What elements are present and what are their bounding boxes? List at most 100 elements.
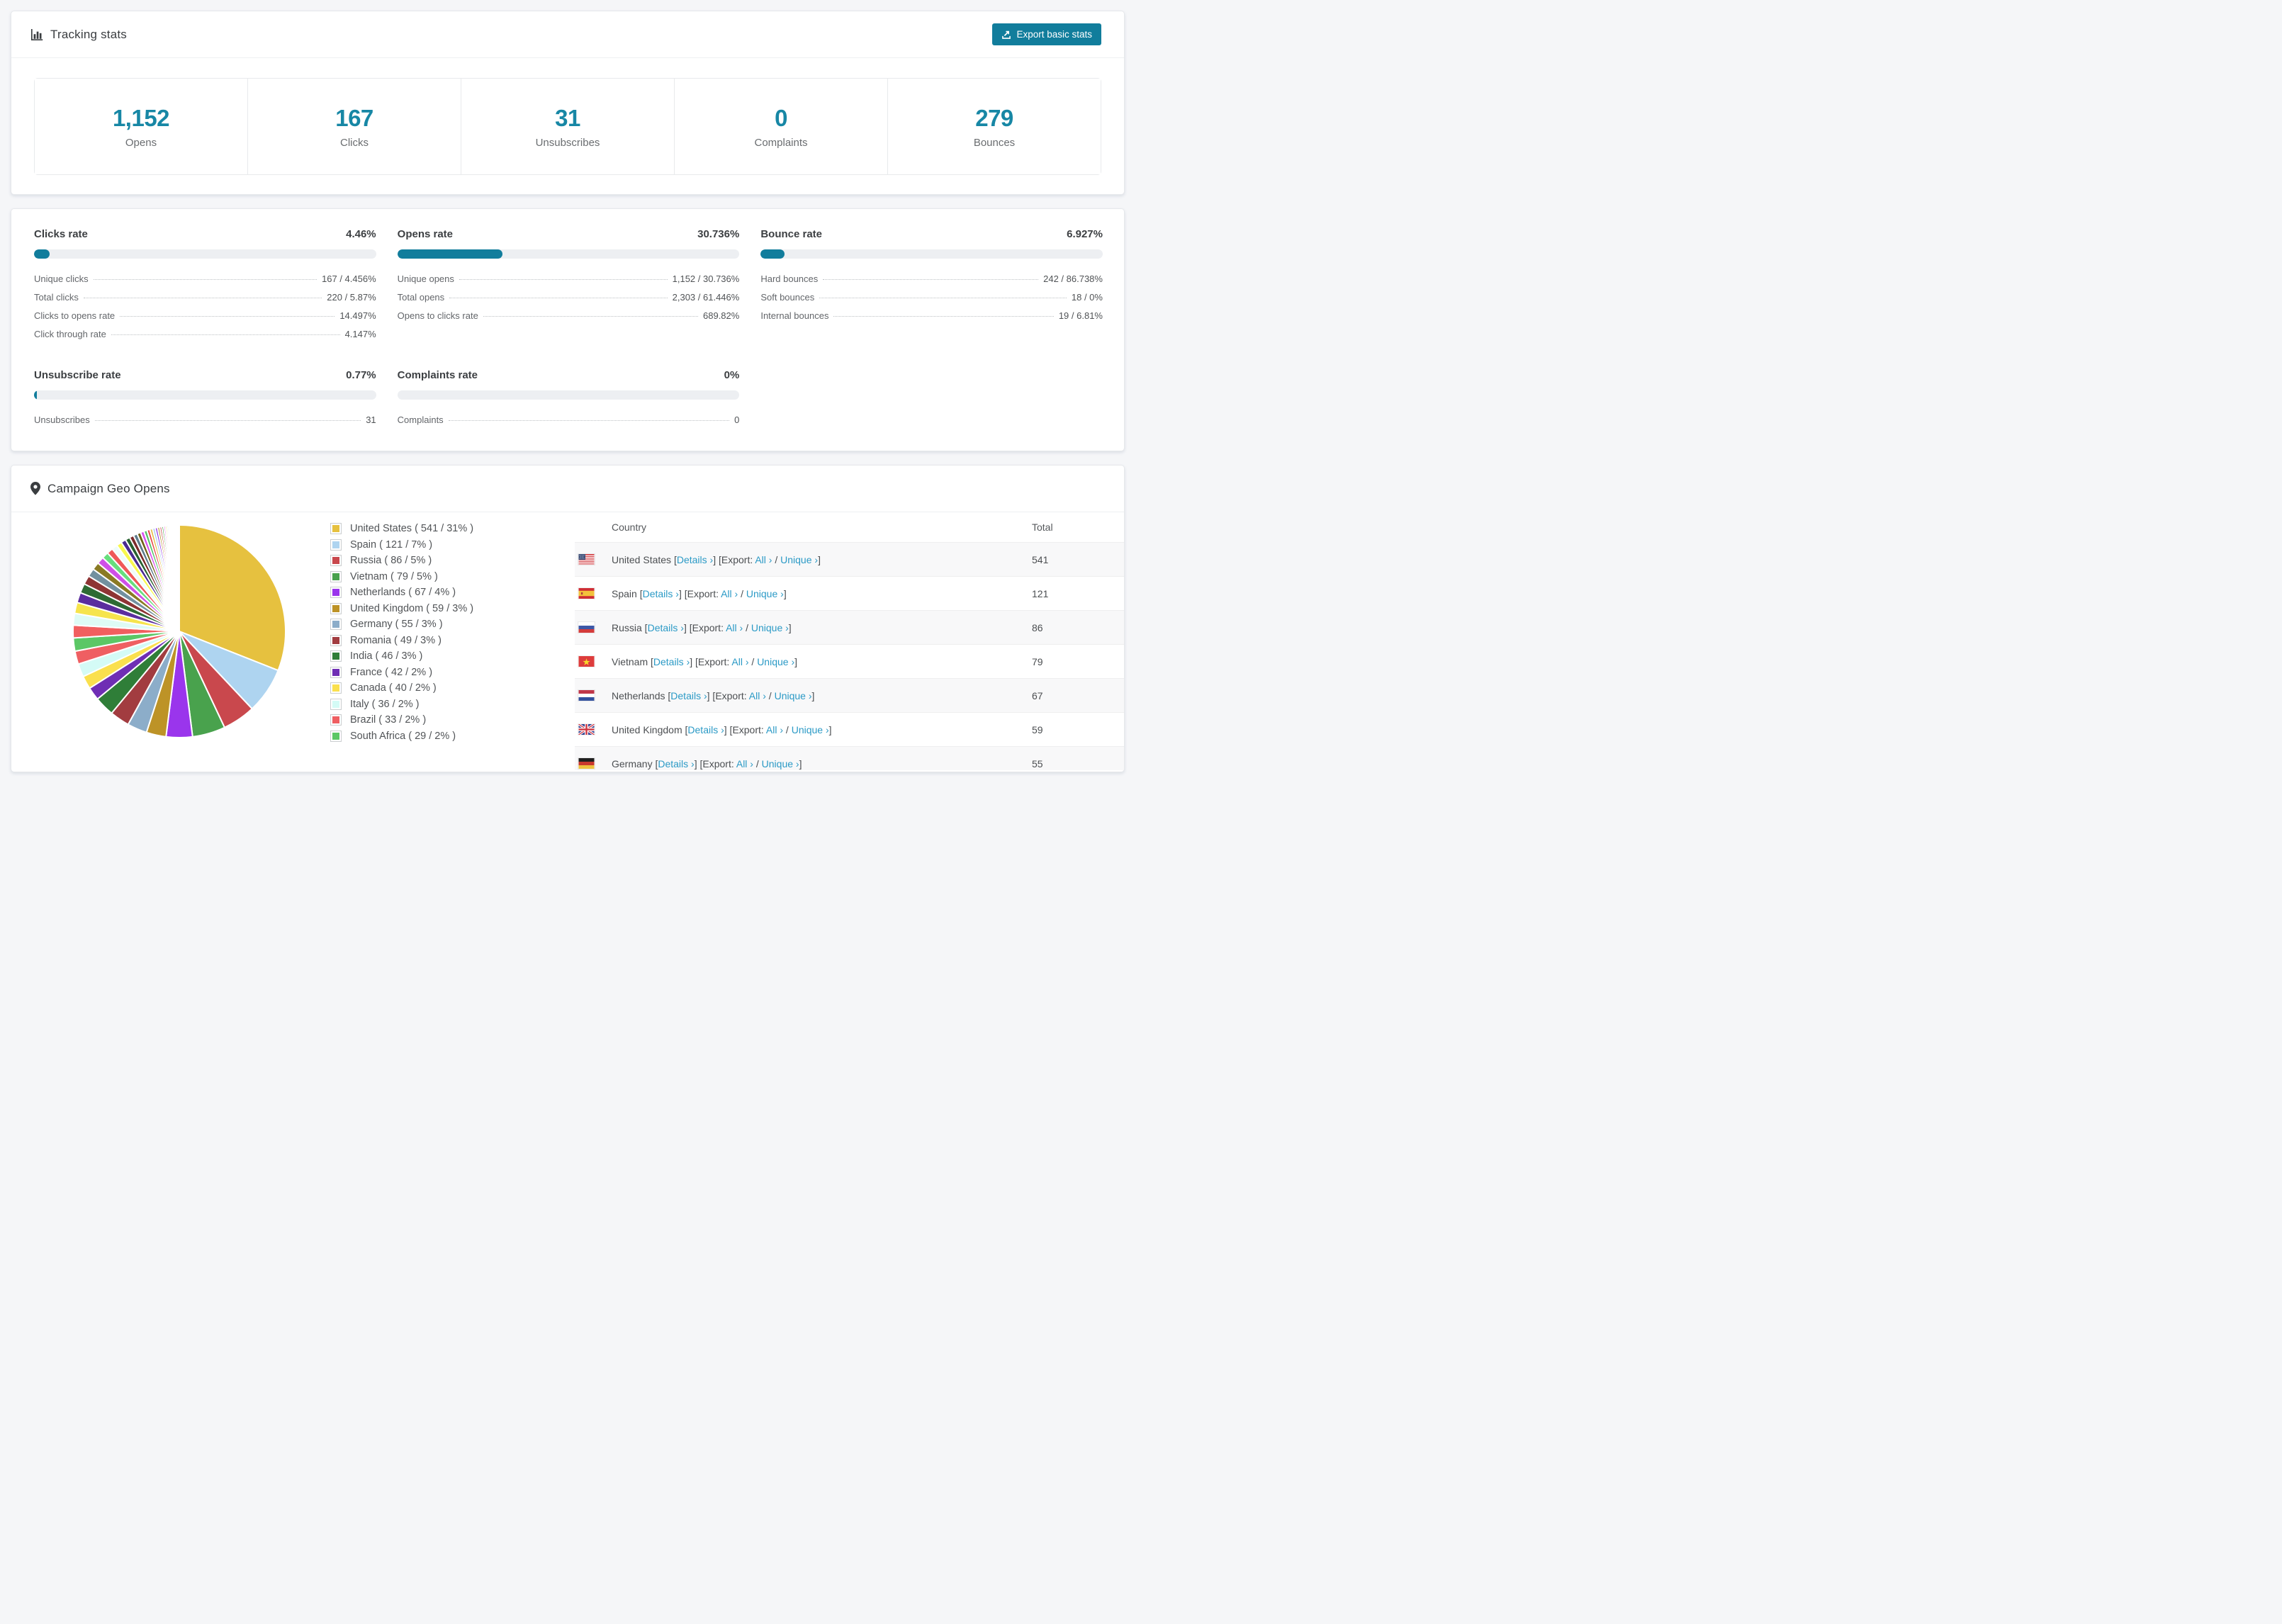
legend-item[interactable]: India ( 46 / 3% ) xyxy=(330,650,575,662)
export-unique-link[interactable]: Unique › xyxy=(780,554,818,565)
progress-bar-fill xyxy=(760,249,785,259)
export-unique-link[interactable]: Unique › xyxy=(757,656,794,667)
stat-box: 0 Complaints xyxy=(674,79,887,174)
rate-row-label: Unique clicks xyxy=(34,274,89,284)
overview-stats: 1,152 Opens 167 Clicks 31 Unsubscribes 0… xyxy=(34,78,1101,175)
country-flag-icon xyxy=(578,656,595,667)
legend-item[interactable]: Germany ( 55 / 3% ) xyxy=(330,619,575,630)
country-cell: United Kingdom [Details ›] [Export: All … xyxy=(612,724,832,735)
country-cell: Russia [Details ›] [Export: All › / Uniq… xyxy=(612,622,792,633)
total-cell: 121 xyxy=(1032,587,1049,599)
country-name: Vietnam xyxy=(612,655,648,667)
rate-row-value: 31 xyxy=(366,415,376,425)
export-unique-link[interactable]: Unique › xyxy=(792,724,829,735)
table-row: Netherlands [Details ›] [Export: All › /… xyxy=(575,678,1124,712)
legend-swatch xyxy=(330,570,342,582)
progress-bar xyxy=(760,249,1103,259)
export-unique-link[interactable]: Unique › xyxy=(775,690,812,701)
legend-item[interactable]: Vietnam ( 79 / 5% ) xyxy=(330,570,575,582)
export-unique-link[interactable]: Unique › xyxy=(746,588,784,599)
legend-label: United States ( 541 / 31% ) xyxy=(350,523,474,534)
bracket: ] [ xyxy=(690,655,698,667)
details-link[interactable]: Details › xyxy=(677,554,713,565)
rate-value: 4.46% xyxy=(346,228,376,240)
export-all-link[interactable]: All › xyxy=(726,622,743,633)
geo-table-scroll[interactable]: Country Total United States [Details ›] … xyxy=(575,512,1124,770)
details-link[interactable]: Details › xyxy=(648,622,684,633)
geo-opens-card: Campaign Geo Opens United States ( 541 /… xyxy=(11,465,1125,772)
progress-bar-fill xyxy=(397,249,502,259)
details-link[interactable]: Details › xyxy=(658,758,694,769)
legend-item[interactable]: South Africa ( 29 / 2% ) xyxy=(330,730,575,742)
rate-row-value: 18 / 0% xyxy=(1071,292,1103,303)
export-all-link[interactable]: All › xyxy=(766,724,783,735)
export-button-label: Export basic stats xyxy=(1016,29,1092,40)
tracking-stats-header: Tracking stats Export basic stats xyxy=(11,11,1124,58)
legend-label: Vietnam ( 79 / 5% ) xyxy=(350,570,438,582)
country-name: Spain xyxy=(612,587,637,599)
country-name: United States xyxy=(612,553,672,565)
rate-rows: Unique clicks 167 / 4.456% Total clicks … xyxy=(34,274,376,339)
dotted-leader xyxy=(833,316,1054,317)
export-basic-stats-button[interactable]: Export basic stats xyxy=(992,23,1101,45)
rate-row: Hard bounces 242 / 86.738% xyxy=(760,274,1103,284)
legend-label: Germany ( 55 / 3% ) xyxy=(350,619,443,630)
table-row: Spain [Details ›] [Export: All › / Uniqu… xyxy=(575,576,1124,610)
legend-item[interactable]: Spain ( 121 / 7% ) xyxy=(330,538,575,551)
legend-item[interactable]: France ( 42 / 2% ) xyxy=(330,666,575,678)
bracket: ] xyxy=(799,757,802,769)
legend-item[interactable]: Italy ( 36 / 2% ) xyxy=(330,698,575,710)
stat-value: 0 xyxy=(775,104,787,131)
progress-bar-fill xyxy=(34,249,50,259)
legend-item[interactable]: Brazil ( 33 / 2% ) xyxy=(330,714,575,726)
rate-row: Clicks to opens rate 14.497% xyxy=(34,310,376,321)
bracket: [ xyxy=(671,553,677,565)
legend-item[interactable]: United Kingdom ( 59 / 3% ) xyxy=(330,602,575,614)
export-unique-link[interactable]: Unique › xyxy=(751,622,789,633)
legend-swatch xyxy=(330,555,342,566)
rate-row: Opens to clicks rate 689.82% xyxy=(398,310,740,321)
legend-item[interactable]: Romania ( 49 / 3% ) xyxy=(330,634,575,646)
legend-item[interactable]: Russia ( 86 / 5% ) xyxy=(330,555,575,566)
export-unique-link[interactable]: Unique › xyxy=(762,758,799,769)
legend-item[interactable]: Netherlands ( 67 / 4% ) xyxy=(330,587,575,598)
rate-block: Bounce rate 6.927% Hard bounces 242 / 86… xyxy=(760,228,1103,339)
table-row: Vietnam [Details ›] [Export: All › / Uni… xyxy=(575,644,1124,678)
export-all-link[interactable]: All › xyxy=(721,588,738,599)
legend-swatch xyxy=(330,650,342,662)
country-flag-icon xyxy=(578,724,595,735)
total-cell: 59 xyxy=(1032,723,1043,735)
stat-value: 1,152 xyxy=(112,104,170,131)
stat-box: 279 Bounces xyxy=(887,79,1101,174)
stat-box: 1,152 Opens xyxy=(35,79,247,174)
rate-rows: Hard bounces 242 / 86.738% Soft bounces … xyxy=(760,274,1103,321)
rate-value: 0% xyxy=(724,369,740,381)
rate-row-value: 242 / 86.738% xyxy=(1043,274,1103,284)
country-flag-icon xyxy=(578,588,595,599)
bracket: ] [ xyxy=(683,621,692,633)
rate-row: Complaints 0 xyxy=(398,415,740,425)
bracket: [ xyxy=(648,655,653,667)
export-all-link[interactable]: All › xyxy=(749,690,766,701)
export-all-link[interactable]: All › xyxy=(736,758,753,769)
country-cell: Germany [Details ›] [Export: All › / Uni… xyxy=(612,758,802,769)
details-link[interactable]: Details › xyxy=(643,588,679,599)
rate-row-label: Unique opens xyxy=(397,274,454,284)
legend-item[interactable]: Canada ( 40 / 2% ) xyxy=(330,682,575,694)
details-link[interactable]: Details › xyxy=(687,724,724,735)
rate-row-label: Unsubscribes xyxy=(34,415,90,425)
export-all-link[interactable]: All › xyxy=(731,656,748,667)
country-name: Germany xyxy=(612,757,653,769)
legend-item[interactable]: United States ( 541 / 31% ) xyxy=(330,523,575,534)
legend-label: France ( 42 / 2% ) xyxy=(350,666,433,678)
table-row: Russia [Details ›] [Export: All › / Uniq… xyxy=(575,610,1124,644)
stat-box: 167 Clicks xyxy=(247,79,461,174)
country-cell: Vietnam [Details ›] [Export: All › / Uni… xyxy=(612,656,797,667)
bracket: ] xyxy=(818,553,821,565)
country-flag-icon xyxy=(578,758,595,769)
details-link[interactable]: Details › xyxy=(670,690,707,701)
details-link[interactable]: Details › xyxy=(653,656,690,667)
export-all-link[interactable]: All › xyxy=(755,554,772,565)
rate-row-value: 220 / 5.87% xyxy=(327,292,376,303)
legend-label: South Africa ( 29 / 2% ) xyxy=(350,730,456,742)
